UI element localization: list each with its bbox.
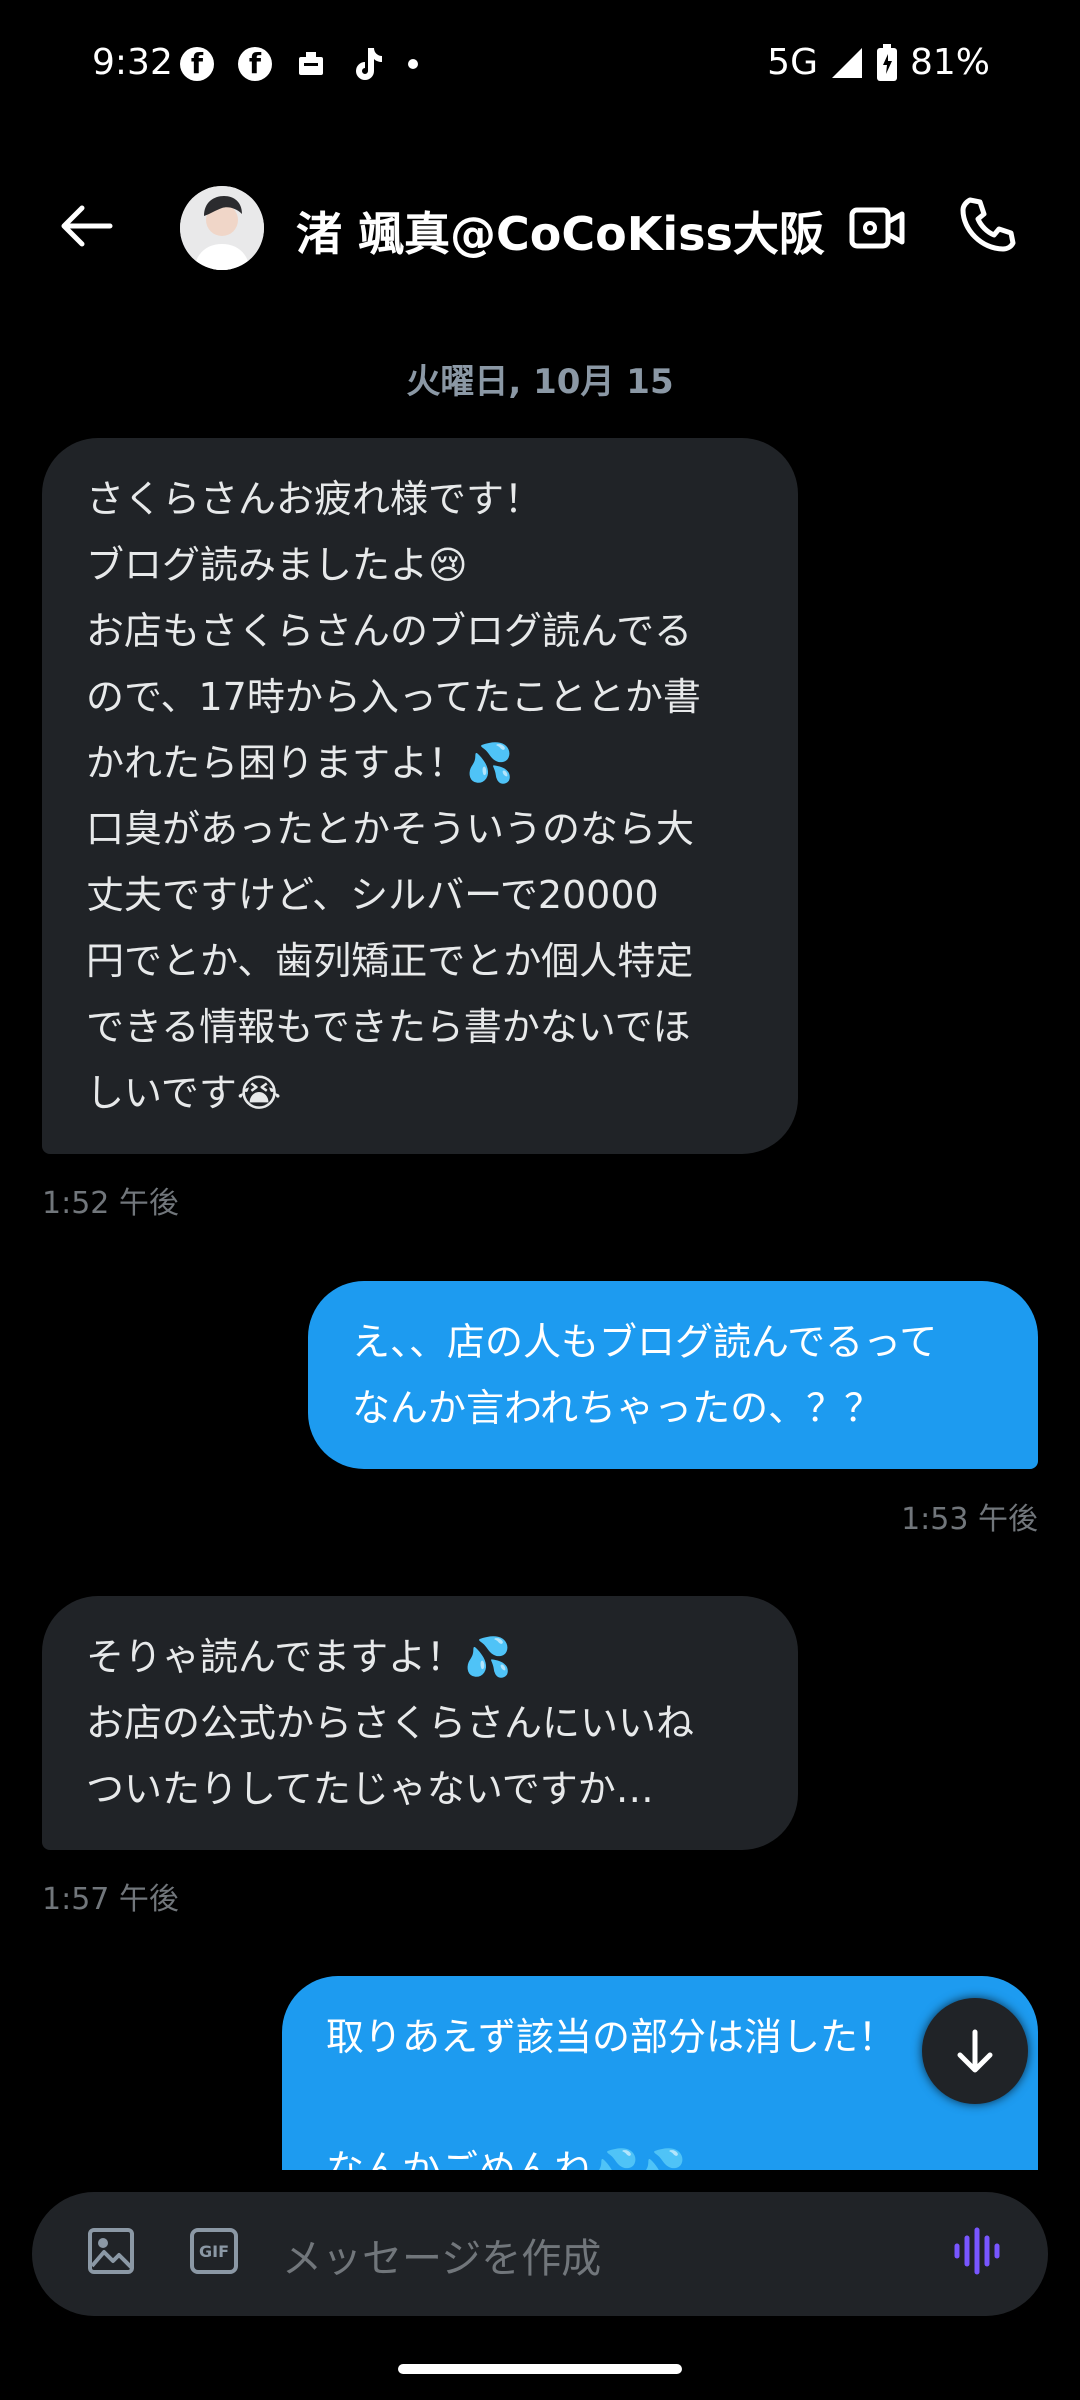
arrow-down-icon — [957, 2029, 993, 2073]
facebook-icon: f — [180, 47, 214, 81]
status-notification-icons: f f — [180, 46, 418, 82]
message-timestamp: 1:57 午後 — [42, 1882, 179, 1917]
facebook-icon: f — [238, 47, 272, 81]
battery-icon — [876, 43, 897, 81]
image-icon[interactable] — [86, 2226, 136, 2276]
back-arrow-icon[interactable] — [56, 196, 116, 256]
status-right: 5G 81% — [767, 42, 990, 83]
date-separator: 火曜日, 10月 15 — [406, 362, 674, 402]
gif-icon[interactable]: GIF — [190, 2228, 238, 2274]
message-bubble-received[interactable]: そりゃ読んでますよ！💦 お店の公式からさくらさんにいいね ついたりしてたじゃない… — [42, 1596, 798, 1850]
video-call-icon[interactable] — [848, 198, 908, 258]
message-input[interactable]: メッセージを作成 — [282, 2226, 601, 2284]
tiktok-icon — [356, 48, 382, 80]
message-timestamp: 1:52 午後 — [42, 1186, 179, 1221]
notification-icon — [299, 52, 323, 75]
scroll-to-bottom-button[interactable] — [922, 1998, 1028, 2104]
home-indicator[interactable] — [398, 2364, 682, 2374]
battery-percent: 81% — [909, 42, 990, 83]
avatar[interactable] — [180, 186, 264, 270]
conversation-title[interactable]: 渚 颯真@CoCoKiss大阪 — [296, 198, 825, 264]
voice-message-icon[interactable] — [952, 2226, 1002, 2276]
network-label: 5G — [767, 42, 818, 83]
dot-icon — [408, 59, 418, 69]
signal-icon — [831, 47, 862, 78]
message-timestamp: 1:53 午後 — [901, 1502, 1038, 1537]
message-bubble-received[interactable]: さくらさんお疲れ様です！ ブログ読みましたよ😢 お店もさくらさんのブログ読んでる… — [42, 438, 798, 1154]
phone-call-icon[interactable] — [956, 194, 1018, 256]
message-bubble-sent[interactable]: え、、店の人もブログ読んでるって なんか言われちゃったの、？？ — [308, 1281, 1038, 1469]
status-time: 9:32 — [92, 42, 173, 83]
